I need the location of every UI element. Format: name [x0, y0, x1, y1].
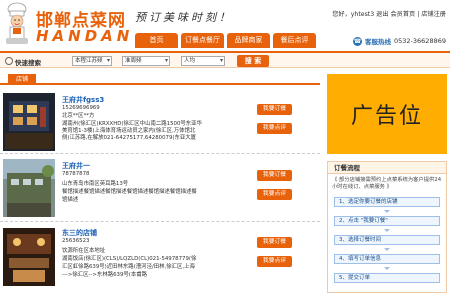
list-item: 东三的店铺 25636523 饮源所在区本地址 湖南饭店(徐汇区)(CLS)/L…	[0, 224, 320, 293]
arrow-down-icon	[384, 247, 390, 251]
category-select[interactable]: 准周频	[122, 56, 170, 66]
phone-icon: ☎	[353, 36, 363, 46]
flow-step: 5、提交订单	[334, 272, 440, 283]
shop-address: 北京**区**方	[62, 113, 95, 119]
shop-description: 餐馆描述餐馆描述餐馆描述餐馆描述餐馆描述餐馆描述餐	[62, 189, 197, 195]
shop-photo[interactable]	[3, 159, 55, 217]
hotline-number: 0532-36628869	[394, 37, 446, 45]
hotline-label: 客服热线	[365, 38, 392, 46]
shop-phone: 25636523	[62, 238, 90, 244]
flow-step: 4、填写订单信息	[334, 253, 440, 264]
search-button[interactable]: 搜 索	[237, 55, 269, 67]
arrow-down-icon	[384, 266, 390, 270]
slogan: 预订美味时刻！	[135, 11, 233, 24]
shop-description: 湖南饭店(徐汇区)(CLS)/LQZLD(CL)021-54978779(徐	[62, 256, 197, 262]
order-flow-panel: 订餐流程 《 部分店铺接需预约上点菜系统为客户提供24小时在线订、点菜服务 》 …	[327, 161, 447, 293]
search-bar: 快速搜索 本程江苏频 准周频 人均 搜 索	[0, 51, 450, 68]
nav-item-restaurants[interactable]: 订餐点餐厅	[181, 33, 224, 48]
shop-photo[interactable]	[3, 228, 55, 286]
shop-description: --->徐汇区-->东林路639号(本甫路	[62, 272, 148, 278]
search-label: 快速搜索	[15, 59, 41, 67]
area-select[interactable]: 本程江苏频	[72, 56, 112, 66]
nav-item-home[interactable]: 首页	[135, 33, 178, 48]
flow-step: 3、选择订餐时间	[334, 234, 440, 245]
arrow-down-icon	[384, 209, 390, 213]
arrow-down-icon	[384, 228, 390, 232]
nav-item-brands[interactable]: 品牌商家	[227, 33, 270, 48]
price-select[interactable]: 人均	[181, 56, 225, 66]
search-icon	[5, 57, 13, 65]
shop-photo[interactable]	[3, 93, 55, 151]
shop-description: 侧)江苏路,在解放021-64275177,64280079(东亚大厦	[62, 135, 197, 141]
shop-address: 饮源所在区本地址	[62, 248, 106, 254]
list-item: 王府井fgss3 15269696969 北京**区**方 湖南州(徐汇区)KR…	[0, 88, 320, 154]
main-nav: 首页 订餐点餐厅 品牌商家 餐后点评	[135, 33, 316, 48]
order-button[interactable]: 我要订餐	[257, 170, 292, 181]
shop-description: 馆描述	[62, 197, 79, 203]
review-button[interactable]: 我要点评	[257, 123, 292, 134]
shop-name[interactable]: 王府井fgss3	[62, 95, 104, 105]
list-item: 王府井一 78787878 山东青岛市南区英耳路13号 餐馆描述餐馆描述餐馆描述…	[0, 156, 320, 222]
shop-phone: 78787878	[62, 171, 90, 177]
shop-address: 山东青岛市南区英耳路13号	[62, 181, 129, 187]
ad-banner[interactable]: 广告位	[327, 74, 447, 154]
flow-step: 2、点击 "我要订餐"	[334, 215, 440, 226]
shop-phone: 15269696969	[62, 105, 100, 111]
logo-english[interactable]: HANDAN	[36, 27, 133, 45]
chef-mascot-icon	[6, 2, 28, 44]
shop-description: 汇区虹徐路639号)近田林东路(漕河泾/田林,徐汇区,上海	[62, 264, 195, 270]
review-button[interactable]: 我要点评	[257, 256, 292, 267]
shop-description: 美育馆1-3楼)上海体育场运动员之家内(徐汇区,万体馆北	[62, 128, 196, 134]
flow-step: 1、选定你要订餐的店铺	[334, 196, 440, 207]
shop-list-header: 店铺	[0, 74, 320, 85]
tab-shops[interactable]: 店铺	[8, 74, 36, 85]
header: 邯郸点菜网 HANDAN 预订美味时刻！ 您好，yhtest3 退出 会员首页 …	[0, 0, 450, 50]
order-flow-title: 订餐流程	[328, 162, 446, 174]
review-button[interactable]: 我要点评	[257, 189, 292, 200]
user-bar[interactable]: 您好，yhtest3 退出 会员首页 | 店铺注册	[332, 9, 446, 18]
order-button[interactable]: 我要订餐	[257, 104, 292, 115]
nav-item-reviews[interactable]: 餐后点评	[273, 33, 316, 48]
shop-description: 湖南州(徐汇区)KRXXHD(徐汇区中山南二路1500号东亚华	[62, 121, 202, 127]
shop-name[interactable]: 王府井一	[62, 161, 90, 171]
order-button[interactable]: 我要订餐	[257, 237, 292, 248]
order-flow-description: 《 部分店铺接需预约上点菜系统为客户提供24小时在线订、点菜服务 》	[332, 177, 442, 190]
hotline: ☎ 客服热线 0532-36628869	[353, 36, 446, 46]
shop-name[interactable]: 东三的店铺	[62, 228, 97, 238]
